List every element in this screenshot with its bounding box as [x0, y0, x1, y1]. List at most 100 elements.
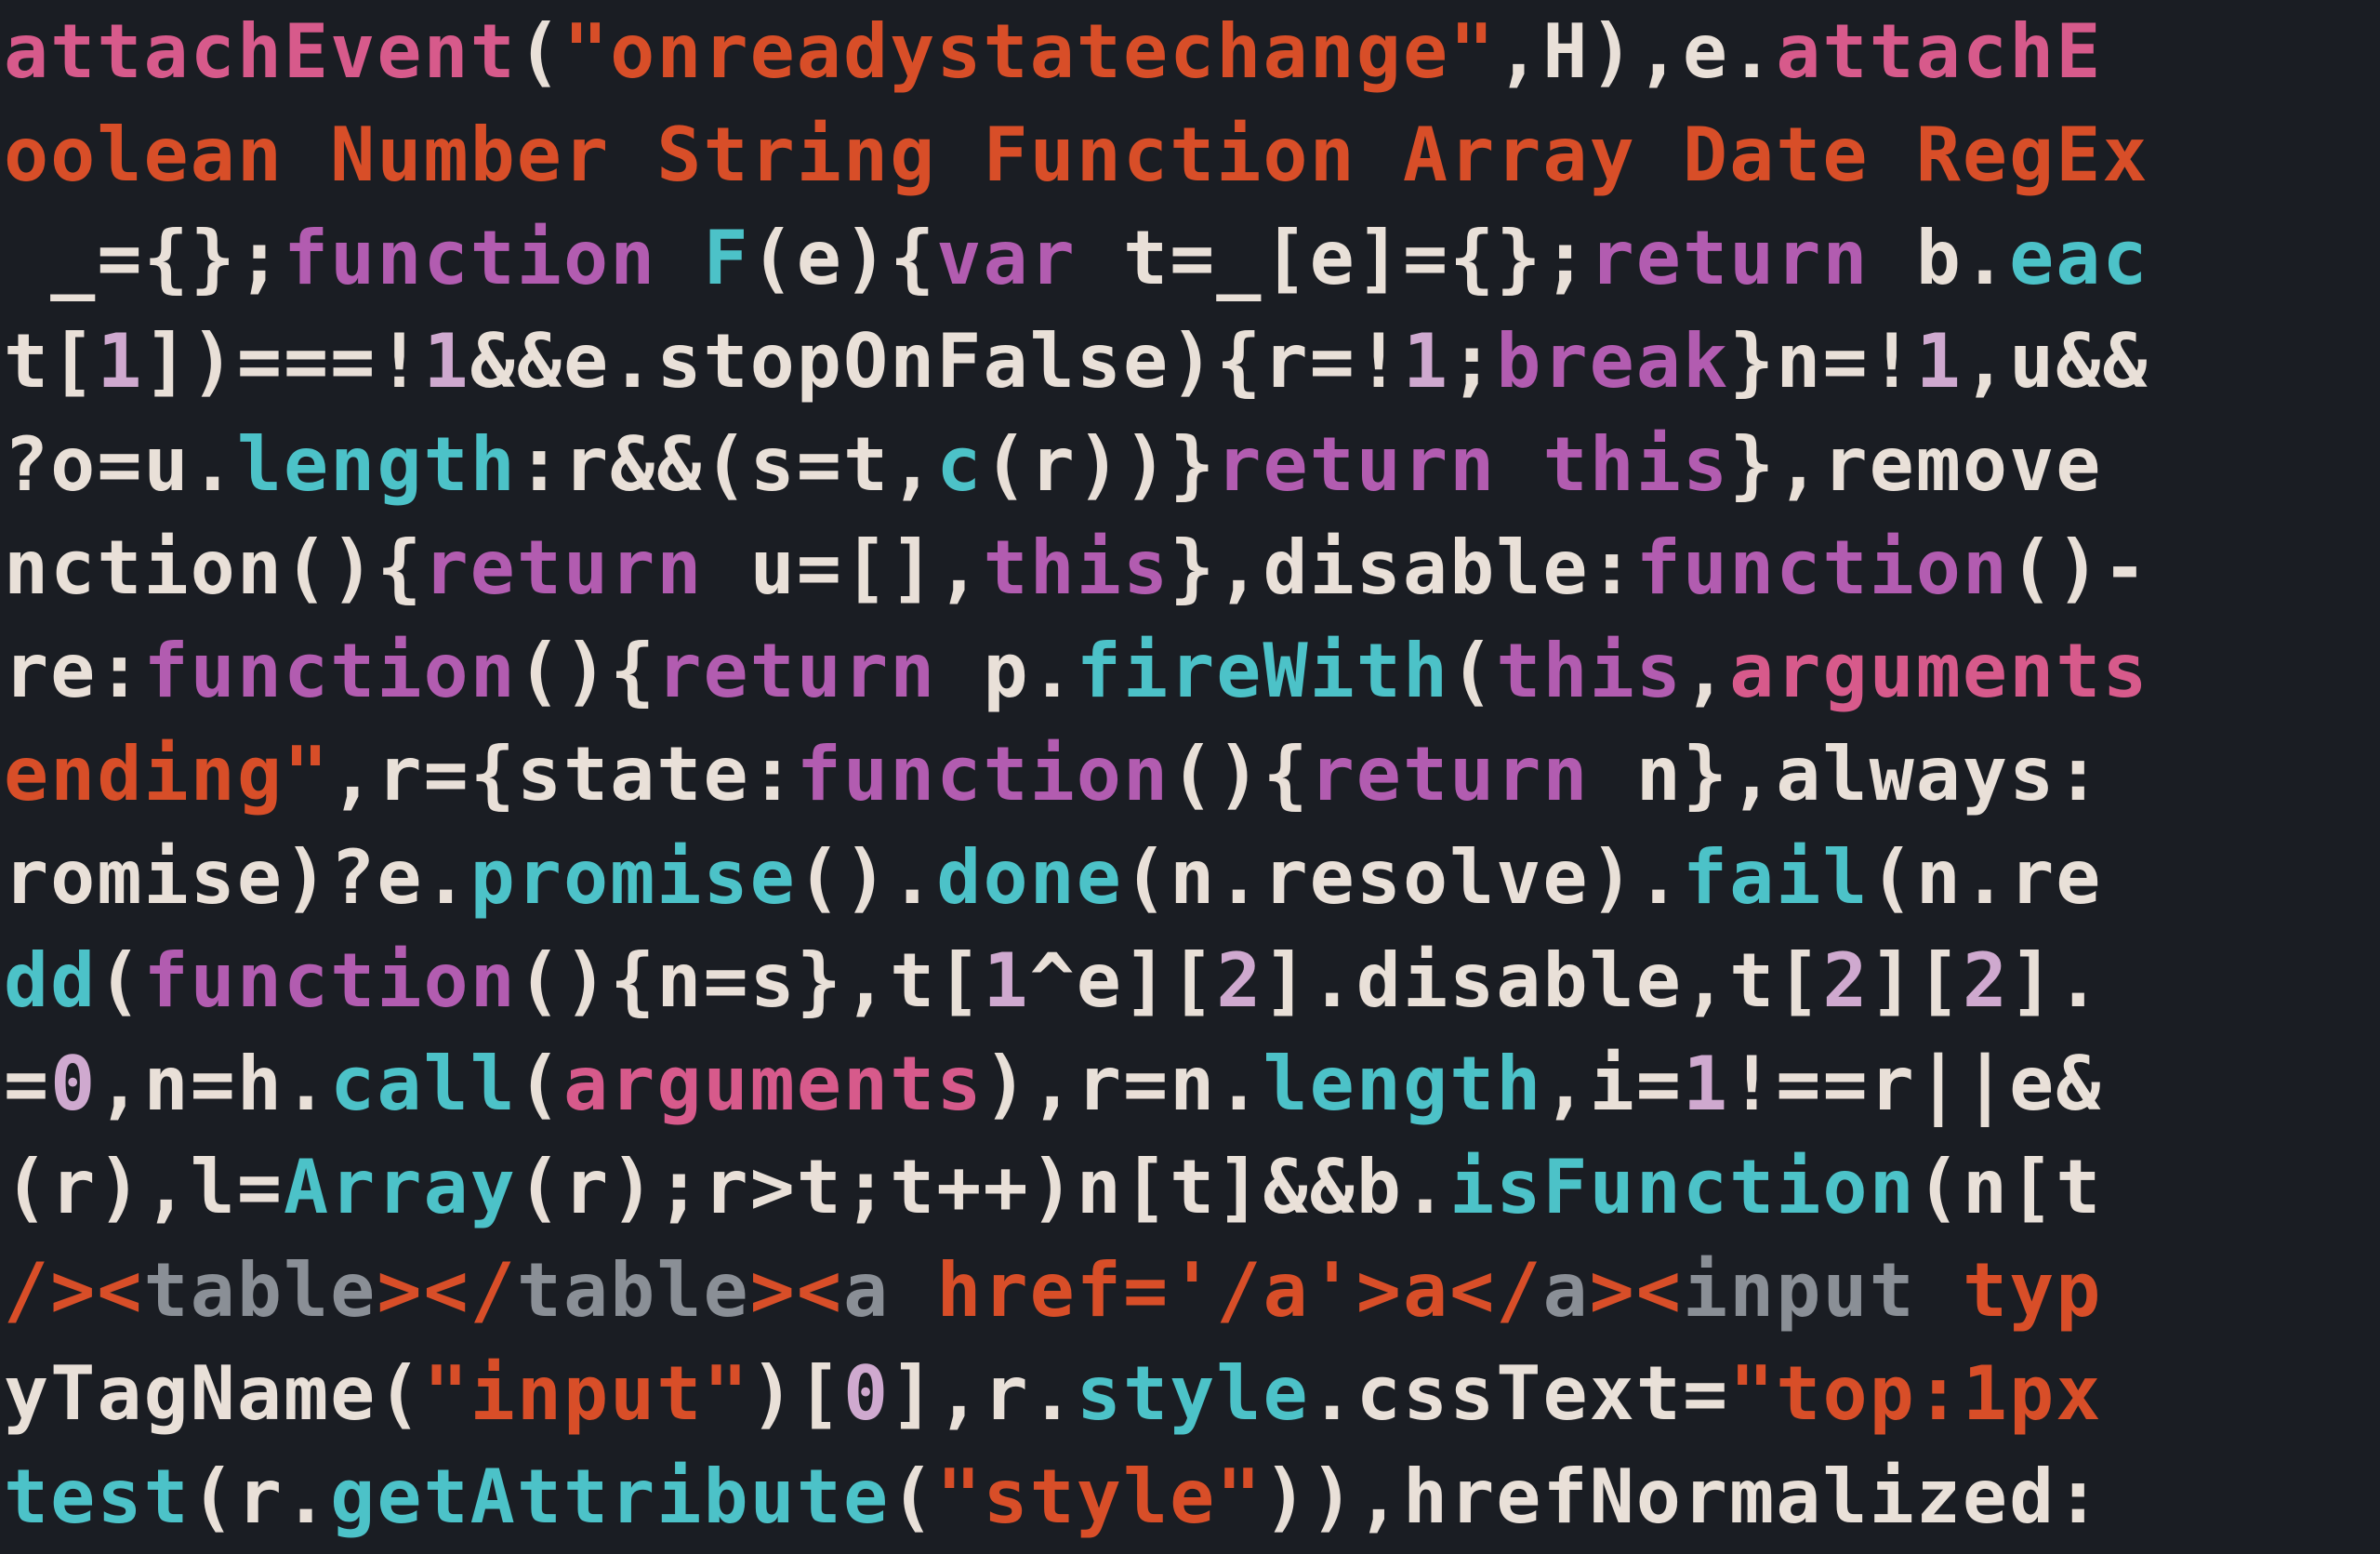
code-token: (n.re: [1870, 834, 2103, 921]
code-line: romise)?e.promise().done(n.resolve).fail…: [4, 834, 2102, 921]
code-token: (: [890, 1454, 936, 1540]
code-token: (){n=s},t[: [517, 937, 984, 1024]
code-token: n},always:: [1590, 731, 2103, 817]
code-token: )[: [750, 1350, 843, 1437]
code-token: ,n=h.: [97, 1041, 330, 1127]
code-token: ].: [2009, 937, 2102, 1024]
code-token: isFunction: [1449, 1144, 1916, 1230]
code-token: input: [1683, 1247, 1916, 1334]
code-token: _={};: [4, 215, 284, 301]
code-token: !==r||e&: [1729, 1041, 2102, 1127]
code-token: ,: [1683, 628, 1729, 714]
code-token: ></: [377, 1247, 517, 1334]
code-token: (e){: [750, 215, 937, 301]
code-token: .cssText=: [1310, 1350, 1729, 1437]
code-token: (n.resolve).: [1123, 834, 1683, 921]
code-token: ending": [4, 731, 330, 817]
code-token: romise)?e.: [4, 834, 470, 921]
code-line: _={};function F(e){var t=_[e]={};return …: [4, 215, 2149, 301]
code-token: ][: [1870, 937, 1963, 1024]
code-line: ?o=u.length:r&&(s=t,c(r))}return this},r…: [4, 421, 2102, 508]
code-token: this: [1496, 628, 1683, 714]
code-token: return: [1216, 421, 1496, 508]
code-token: [1496, 421, 1542, 508]
code-token: t[: [4, 318, 97, 405]
code-line: t[1])===!1&&e.stopOnFalse){r=!1;break}n=…: [4, 318, 2149, 405]
code-token: ><: [750, 1247, 843, 1334]
code-token: test: [4, 1454, 191, 1540]
code-token: promise: [470, 834, 797, 921]
code-token: arguments: [1729, 628, 2149, 714]
code-token: (: [97, 937, 143, 1024]
code-token: "style": [936, 1454, 1263, 1540]
code-token: href='/a'>a</: [890, 1247, 1542, 1334]
code-token: ?o=u.: [4, 421, 237, 508]
code-token: call: [330, 1041, 517, 1127]
code-token: },disable:: [1170, 525, 1636, 611]
code-token: function: [144, 937, 517, 1024]
code-token: attachEvent: [4, 8, 517, 95]
code-token: arguments: [563, 1041, 983, 1127]
code-line: test(r.getAttribute("style")),hrefNormal…: [4, 1454, 2102, 1540]
code-token: b.: [1870, 215, 2010, 301]
code-token: a: [1542, 1247, 1589, 1334]
code-token: (: [517, 1041, 563, 1127]
code-token: var: [936, 215, 1077, 301]
code-token: ^e][: [1030, 937, 1217, 1024]
code-editor-viewport: attachEvent("onreadystatechange",H),e.at…: [0, 0, 2380, 1548]
code-token: "onreadystatechange": [563, 8, 1496, 95]
code-token: c: [936, 421, 983, 508]
code-token: getAttribute: [330, 1454, 890, 1540]
code-token: (r))}: [983, 421, 1216, 508]
code-token: function: [797, 731, 1170, 817]
code-token: function: [144, 628, 517, 714]
code-line: nction(){return u=[],this},disable:funct…: [4, 525, 2149, 611]
code-token: function: [1636, 525, 2009, 611]
code-line: ending",r={state:function(){return n},al…: [4, 731, 2102, 817]
code-token: F: [703, 215, 749, 301]
code-token: (n[t: [1916, 1144, 2103, 1230]
code-token: (){: [1170, 731, 1310, 817]
code-line: (r),l=Array(r);r>t;t++)n[t]&&b.isFunctio…: [4, 1144, 2102, 1230]
code-token: re:: [4, 628, 144, 714]
code-token: 1: [1403, 318, 1449, 405]
code-line: yTagName("input")[0],r.style.cssText="to…: [4, 1350, 2102, 1437]
code-token: typ: [1916, 1247, 2103, 1334]
code-token: 1: [1916, 318, 1963, 405]
code-token: function: [284, 215, 656, 301]
code-token: ],r.: [890, 1350, 1077, 1437]
code-line: dd(function(){n=s},t[1^e][2].disable,t[2…: [4, 937, 2102, 1024]
code-token: (: [517, 8, 563, 95]
code-token: (r.: [191, 1454, 331, 1540]
code-token: =: [4, 1041, 50, 1127]
code-token: table: [517, 1247, 750, 1334]
code-token: this: [1542, 421, 1729, 508]
code-token: ><: [1590, 1247, 1683, 1334]
code-line: oolean Number String Function Array Date…: [4, 112, 2149, 198]
code-token: "input": [423, 1350, 749, 1437]
code-token: "top:1px: [1729, 1350, 2102, 1437]
code-token: p.: [936, 628, 1077, 714]
code-token: return: [1590, 215, 1870, 301]
code-token: Array: [284, 1144, 517, 1230]
code-token: eac: [2009, 215, 2149, 301]
code-token: return: [423, 525, 703, 611]
code-line: re:function(){return p.fireWith(this,arg…: [4, 628, 2149, 714]
code-token: ,i=: [1542, 1041, 1683, 1127]
code-token: 1: [1683, 1041, 1729, 1127]
code-token: 2: [1963, 937, 2009, 1024]
code-token: 1: [423, 318, 469, 405]
code-token: ].disable,t[: [1263, 937, 1822, 1024]
code-token: length: [237, 421, 517, 508]
code-token: 0: [843, 1350, 890, 1437]
code-token: return: [1310, 731, 1590, 817]
code-token: style: [1077, 1350, 1310, 1437]
code-token: u=[],: [703, 525, 983, 611]
code-token: 0: [50, 1041, 97, 1127]
code-token: ;: [1449, 318, 1496, 405]
code-token: ().: [797, 834, 937, 921]
code-token: attachE: [1776, 8, 2102, 95]
code-token: length: [1263, 1041, 1542, 1127]
code-token: oolean Number String Function Array Date…: [4, 112, 2149, 198]
code-token: ,r={state:: [330, 731, 797, 817]
